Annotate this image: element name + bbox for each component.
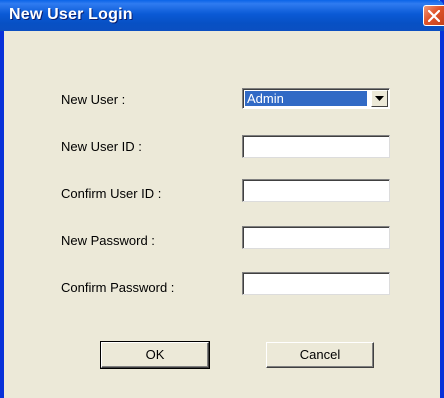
confirm-user-id-field[interactable]: [242, 179, 390, 202]
new-user-id-label: New User ID :: [61, 139, 142, 154]
new-user-selected-value: Admin: [245, 91, 367, 106]
cancel-button[interactable]: Cancel: [266, 342, 374, 368]
dropdown-button[interactable]: [371, 90, 388, 107]
ok-button[interactable]: OK: [100, 341, 210, 369]
close-button[interactable]: [423, 5, 444, 26]
new-user-id-field[interactable]: [242, 135, 390, 158]
new-password-label: New Password :: [61, 233, 155, 248]
close-icon: [428, 10, 440, 22]
new-password-field[interactable]: [242, 226, 390, 249]
confirm-user-id-label: Confirm User ID :: [61, 186, 162, 201]
chevron-down-icon: [375, 96, 384, 101]
window-title: New User Login: [9, 6, 133, 23]
confirm-password-label: Confirm Password :: [61, 280, 175, 295]
dialog-window: New User Login New User : Admin New User…: [0, 0, 444, 398]
title-bar[interactable]: New User Login: [0, 0, 444, 31]
confirm-password-field[interactable]: [242, 272, 390, 295]
new-user-label: New User :: [61, 92, 126, 107]
new-user-select[interactable]: Admin: [242, 88, 390, 109]
